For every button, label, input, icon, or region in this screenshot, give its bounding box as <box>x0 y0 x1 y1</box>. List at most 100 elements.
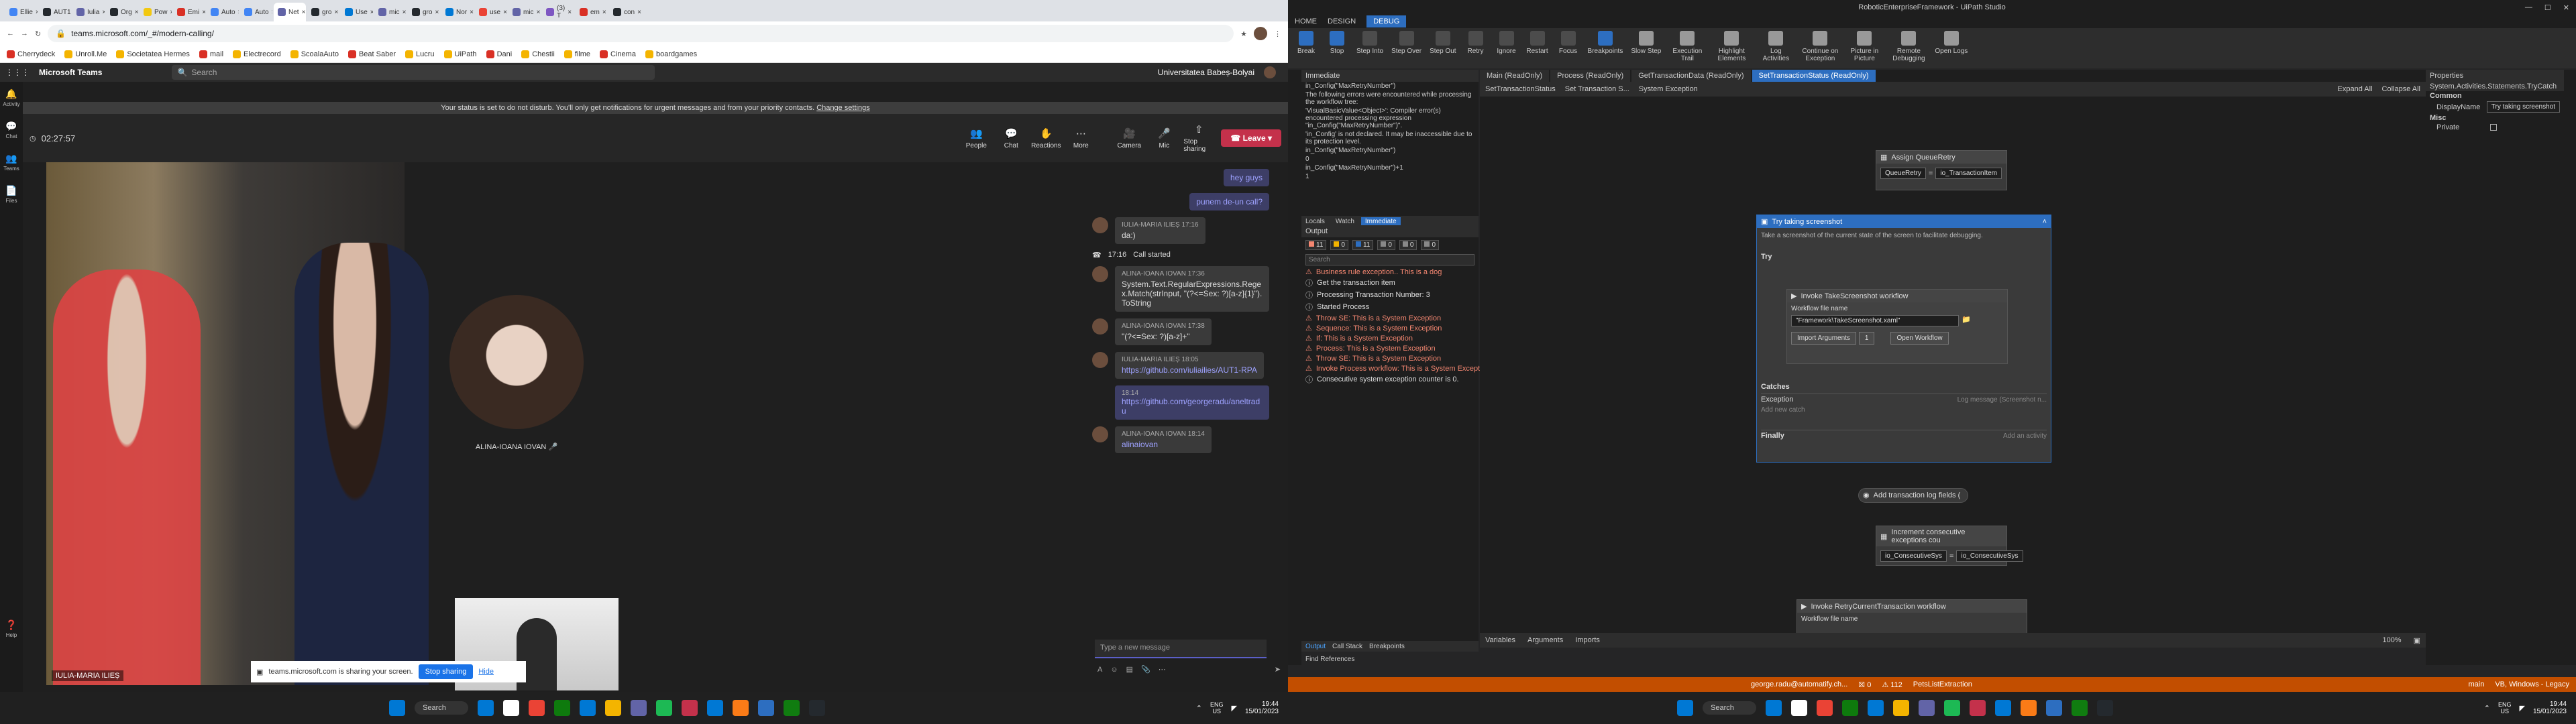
tray-chevron-icon[interactable]: ⌃ <box>1196 704 1202 713</box>
browser-tab[interactable]: mic × <box>508 3 541 21</box>
taskbar-app-icon[interactable] <box>1842 700 1858 716</box>
ignore-button[interactable]: Ignore <box>1495 31 1518 55</box>
tab-immediate[interactable]: Immediate <box>1360 217 1401 226</box>
browser-tab[interactable]: Auto× <box>207 3 239 21</box>
avatar[interactable] <box>1092 426 1108 442</box>
tab-locals[interactable]: Locals <box>1301 217 1329 226</box>
taskbar-app-icon[interactable] <box>1919 700 1935 716</box>
bookmark-item[interactable]: filme <box>564 50 590 58</box>
attach-icon[interactable]: 📎 <box>1141 665 1150 674</box>
forward-icon[interactable]: → <box>21 29 28 38</box>
taskbar-app-icon[interactable] <box>478 700 494 716</box>
clock-time[interactable]: 19:44 <box>2533 701 2567 708</box>
bookmark-item[interactable]: ScoalaAuto <box>290 50 339 58</box>
break-button[interactable]: Break <box>1295 31 1318 55</box>
output-line[interactable]: ⚠ Throw SE: This is a System Exception <box>1301 313 1479 323</box>
highlight-elements-button[interactable]: Highlight Elements <box>1713 31 1750 62</box>
more-button[interactable]: ⋯ More <box>1065 127 1096 149</box>
log-activities-button[interactable]: Log Activities <box>1758 31 1794 62</box>
browser-tab[interactable]: em × <box>576 3 608 21</box>
message-bubble[interactable]: IULIA-MARIA ILIEȘ 18:05 https://github.co… <box>1115 352 1264 379</box>
wifi-icon[interactable]: ◤ <box>2519 704 2524 713</box>
browser-tab[interactable]: AUT1 × <box>39 3 71 21</box>
output-line[interactable]: ⚠ If: This is a System Exception <box>1301 333 1479 343</box>
add-activity[interactable]: Add an activity <box>2003 432 2047 440</box>
focus-button[interactable]: Focus <box>1557 31 1580 55</box>
maximize-icon[interactable]: ☐ <box>2544 3 2551 12</box>
picture-in-picture-button[interactable]: Picture in Picture <box>1846 31 1882 62</box>
display-name-field[interactable]: Try taking screenshot <box>2486 101 2560 113</box>
bookmark-item[interactable]: Societatea Hermes <box>116 50 190 58</box>
tab-call-stack[interactable]: Call Stack <box>1332 643 1362 650</box>
taskbar-app-icon[interactable] <box>2097 700 2113 716</box>
windows-start-icon[interactable] <box>389 700 405 716</box>
browser-tab[interactable]: use × <box>475 3 507 21</box>
avatar[interactable] <box>1092 266 1108 282</box>
output-filter-toggle[interactable]: 11 <box>1305 240 1327 250</box>
message-bubble[interactable]: 18:14 https://github.com/georgeradu/anelt… <box>1115 385 1269 420</box>
wifi-icon[interactable]: ◤ <box>1231 704 1236 713</box>
activity-increment[interactable]: ▦ Increment consecutive exceptions cou io… <box>1876 526 2023 566</box>
taskbar-app-icon[interactable] <box>784 700 800 716</box>
bookmark-item[interactable]: Chestii <box>521 50 555 58</box>
camera-button[interactable]: 🎥 Camera <box>1114 127 1144 149</box>
browser-tab[interactable]: Ellie × <box>5 3 38 21</box>
emoji-icon[interactable]: ☺ <box>1110 666 1118 674</box>
tab-close-icon[interactable]: × <box>637 9 641 16</box>
message-bubble[interactable]: ALINA-IOANA IOVAN 18:14 alinaiovan <box>1115 426 1212 453</box>
output-filter-toggle[interactable]: 0 <box>1399 240 1417 250</box>
tab-close-icon[interactable]: × <box>238 9 239 16</box>
output-line[interactable]: ⚠ Process: This is a System Exception <box>1301 343 1479 353</box>
activity-assign[interactable]: ▦ Assign QueueRetry QueueRetry = io_Transac… <box>1876 150 2007 190</box>
remote-debugging-button[interactable]: Remote Debugging <box>1890 31 1927 62</box>
app-launcher-icon[interactable]: ⋮⋮⋮ <box>5 68 30 77</box>
more-icon[interactable]: ⋯ <box>1159 665 1166 674</box>
ribbon-tab-home[interactable]: HOME <box>1295 17 1317 25</box>
browser-tab[interactable]: (3) T × <box>542 3 574 21</box>
browser-tab[interactable]: con × <box>609 3 641 21</box>
bookmark-item[interactable]: mail <box>199 50 223 58</box>
breakpoints-button[interactable]: Breakpoints <box>1588 31 1623 55</box>
error-count[interactable]: ☒ 0 <box>1858 680 1871 689</box>
step-out-button[interactable]: Step Out <box>1430 31 1456 55</box>
tab-variables[interactable]: Variables <box>1485 636 1515 644</box>
bookmark-item[interactable]: Beat Saber <box>347 50 396 58</box>
browser-tab[interactable]: gro × <box>408 3 440 21</box>
restart-button[interactable]: Restart <box>1526 31 1549 55</box>
taskbar-app-icon[interactable] <box>1893 700 1909 716</box>
avatar[interactable] <box>1092 352 1108 368</box>
ribbon-tab-debug[interactable]: DEBUG <box>1366 15 1407 27</box>
tab-close-icon[interactable]: × <box>470 9 474 16</box>
bookmark-item[interactable]: boardgames <box>645 50 697 58</box>
folder-icon[interactable]: 📁 <box>1962 315 1971 326</box>
people-button[interactable]: 👥 People <box>961 127 991 149</box>
address-bar[interactable]: 🔒 teams.microsoft.com/_#/modern-calling/ <box>48 25 1234 42</box>
avatar[interactable] <box>1264 66 1276 78</box>
bookmark-item[interactable]: Unroll.Me <box>64 50 107 58</box>
workflow-file-field[interactable]: "Framework\TakeScreenshot.xaml" <box>1791 315 1959 326</box>
retry-button[interactable]: Retry <box>1464 31 1487 55</box>
taskbar-app-icon[interactable] <box>1868 700 1884 716</box>
catch-exception-label[interactable]: Exception <box>1761 396 1793 404</box>
taskbar-app-icon[interactable] <box>2046 700 2062 716</box>
rail-item-teams[interactable]: 👥 Teams <box>3 153 19 172</box>
taskbar-app-icon[interactable] <box>529 700 545 716</box>
reactions-button[interactable]: ✋ Reactions <box>1030 127 1061 149</box>
send-icon[interactable]: ➤ <box>1275 665 1281 674</box>
taskbar-app-icon[interactable] <box>554 700 570 716</box>
avatar[interactable] <box>1092 318 1108 335</box>
tab-close-icon[interactable]: × <box>370 9 373 16</box>
stop-sharing-button[interactable]: ⇧ Stop sharing <box>1183 123 1214 153</box>
tab-breakpoints[interactable]: Breakpoints <box>1369 643 1405 650</box>
user-account[interactable]: george.radu@automatify.ch... <box>1751 680 1847 688</box>
bookmark-item[interactable]: Dani <box>486 50 512 58</box>
taskbar-app-icon[interactable] <box>733 700 749 716</box>
clock-date[interactable]: 15/01/2023 <box>2533 708 2567 715</box>
fit-screen-icon[interactable]: ▣ <box>2414 636 2420 645</box>
activity-invoke-retry[interactable]: ▶ Invoke RetryCurrentTransaction workflow… <box>1796 599 2027 633</box>
prop-category-misc[interactable]: Misc <box>2426 113 2564 123</box>
stop-sharing-button[interactable]: Stop sharing <box>418 664 474 679</box>
bookmark-item[interactable]: Lucru <box>405 50 435 58</box>
tab-close-icon[interactable]: × <box>537 9 541 16</box>
document-tab[interactable]: Process (ReadOnly) <box>1550 70 1631 82</box>
